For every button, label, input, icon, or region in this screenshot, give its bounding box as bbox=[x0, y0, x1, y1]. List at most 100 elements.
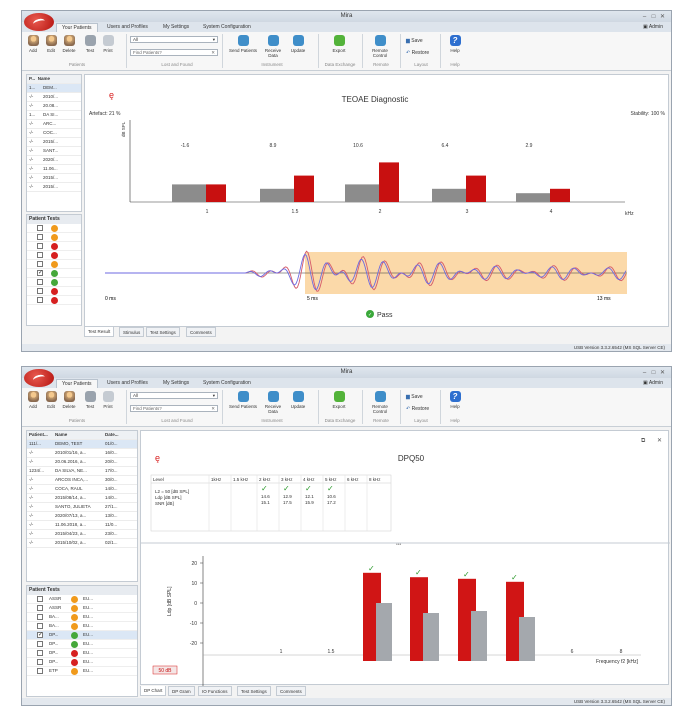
test-row[interactable]: BA... EU... bbox=[27, 613, 137, 622]
test-checkbox[interactable] bbox=[37, 288, 43, 294]
minimize-icon[interactable]: – bbox=[640, 370, 649, 376]
app-logo[interactable] bbox=[24, 369, 54, 387]
tab-your-patients[interactable]: Your Patients bbox=[56, 23, 98, 32]
tab-my-settings[interactable]: My Settings bbox=[158, 379, 194, 388]
help-button[interactable]: ? Help bbox=[446, 391, 464, 409]
test-row[interactable] bbox=[27, 224, 81, 233]
test-checkbox[interactable]: ✓ bbox=[37, 270, 43, 276]
patient-row[interactable]: -/- 2010/... bbox=[27, 93, 81, 102]
tab-test-settings[interactable]: Test Settings bbox=[237, 686, 271, 696]
patient-row[interactable]: -/- 11.06.2018, a... 11/0... bbox=[27, 521, 137, 530]
tab-comments[interactable]: Comments bbox=[276, 686, 306, 696]
save-button[interactable]: ▆ Save bbox=[406, 38, 423, 44]
tab-users-and-profiles[interactable]: Users and Profiles bbox=[102, 379, 153, 388]
maximize-icon[interactable]: □ bbox=[649, 370, 658, 376]
test-row[interactable]: DP... EU... bbox=[27, 640, 137, 649]
test-checkbox[interactable] bbox=[37, 659, 43, 665]
test-row[interactable] bbox=[27, 233, 81, 242]
save-button[interactable]: ▆ Save bbox=[406, 394, 423, 400]
patient-row[interactable]: -/- 2010/01/16, a... 16/0... bbox=[27, 449, 137, 458]
test-checkbox[interactable] bbox=[37, 614, 43, 620]
test-row[interactable]: DP... EU... bbox=[27, 649, 137, 658]
test-checkbox[interactable] bbox=[37, 243, 43, 249]
find-patients-input[interactable]: Find Patients? ✕ bbox=[130, 49, 218, 56]
patient-row[interactable]: -/- SANTO, JULIETA 27/1... bbox=[27, 503, 137, 512]
test-row[interactable] bbox=[27, 242, 81, 251]
test-checkbox[interactable] bbox=[37, 641, 43, 647]
patient-row[interactable]: -/- COC... bbox=[27, 129, 81, 138]
test-row[interactable] bbox=[27, 278, 81, 287]
export-button[interactable]: Export bbox=[328, 35, 350, 53]
tab-dp-gram[interactable]: DP Gram bbox=[168, 686, 195, 696]
export-button[interactable]: Export bbox=[328, 391, 350, 409]
update-button[interactable]: Update bbox=[288, 35, 308, 53]
patient-row[interactable]: -/- COCA, RAUL 14/0... bbox=[27, 485, 137, 494]
test-row[interactable]: ASSR EU... bbox=[27, 595, 137, 604]
test-checkbox[interactable] bbox=[37, 668, 43, 674]
tab-your-patients[interactable]: Your Patients bbox=[56, 379, 98, 388]
tab-test-result[interactable]: Test Result bbox=[84, 327, 115, 337]
print-button[interactable]: Print bbox=[100, 391, 116, 409]
tab-io-functions[interactable]: IO Functions bbox=[198, 686, 232, 696]
tab-dp-chart[interactable]: DP Chart bbox=[140, 686, 167, 696]
tab-stimulus[interactable]: Stimulus bbox=[119, 327, 145, 337]
test-row[interactable] bbox=[27, 260, 81, 269]
test-checkbox[interactable]: ✓ bbox=[37, 632, 43, 638]
remote-control-button[interactable]: Remote Control bbox=[368, 391, 392, 414]
test-row[interactable] bbox=[27, 287, 81, 296]
test-checkbox[interactable] bbox=[37, 279, 43, 285]
test-checkbox[interactable] bbox=[37, 297, 43, 303]
app-logo[interactable] bbox=[24, 13, 54, 31]
patient-row[interactable]: -/- 2015/... bbox=[27, 183, 81, 192]
test-row[interactable]: ASSR EU... bbox=[27, 604, 137, 613]
test-row[interactable] bbox=[27, 296, 81, 305]
test-checkbox[interactable] bbox=[37, 623, 43, 629]
tab-system-configuration[interactable]: System Configuration bbox=[198, 379, 256, 388]
test-checkbox[interactable] bbox=[37, 234, 43, 240]
filter-select[interactable]: All ▾ bbox=[130, 392, 218, 399]
user-menu[interactable]: ▣ Admin bbox=[643, 380, 663, 386]
patient-row[interactable]: -/- 2020/07/13, a... 13/0... bbox=[27, 512, 137, 521]
send-patients-button[interactable]: Send Patients bbox=[228, 35, 258, 53]
close-icon[interactable]: ✕ bbox=[658, 13, 667, 20]
user-menu[interactable]: ▣ Admin bbox=[643, 24, 663, 30]
delete-button[interactable]: Delete bbox=[61, 35, 77, 53]
add-button[interactable]: Add bbox=[25, 391, 41, 409]
filter-select[interactable]: All ▾ bbox=[130, 36, 218, 43]
tab-users-and-profiles[interactable]: Users and Profiles bbox=[102, 23, 153, 32]
patient-row[interactable]: -/- SANT... bbox=[27, 147, 81, 156]
edit-button[interactable]: Edit bbox=[43, 391, 59, 409]
patient-row[interactable]: -/- 20.06.2016, a... 20/0... bbox=[27, 458, 137, 467]
restore-button[interactable]: ↶ Restore bbox=[406, 50, 429, 56]
test-row[interactable] bbox=[27, 251, 81, 260]
patient-row[interactable]: -/- 2015/08/14, a... 14/0... bbox=[27, 494, 137, 503]
find-patients-input[interactable]: Find Patients? ✕ bbox=[130, 405, 218, 412]
maximize-icon[interactable]: □ bbox=[649, 14, 658, 20]
add-button[interactable]: Add bbox=[25, 35, 41, 53]
receive-data-button[interactable]: Receive Data bbox=[262, 391, 284, 414]
patient-row[interactable]: -/- 2020/... bbox=[27, 156, 81, 165]
edit-button[interactable]: Edit bbox=[43, 35, 59, 53]
tab-comments[interactable]: Comments bbox=[186, 327, 216, 337]
delete-button[interactable]: Delete bbox=[61, 391, 77, 409]
patient-row[interactable]: -/- 2015/... bbox=[27, 138, 81, 147]
close-icon[interactable]: ✕ bbox=[658, 369, 667, 376]
help-button[interactable]: ? Help bbox=[446, 35, 464, 53]
tab-system-configuration[interactable]: System Configuration bbox=[198, 23, 256, 32]
patient-row[interactable]: -/- 20.08... bbox=[27, 102, 81, 111]
update-button[interactable]: Update bbox=[288, 391, 308, 409]
patient-row[interactable]: -/- 11.06... bbox=[27, 165, 81, 174]
test-row[interactable]: ✓ bbox=[27, 269, 81, 278]
test-row[interactable]: ✓ DP... EU... bbox=[27, 631, 137, 640]
tab-my-settings[interactable]: My Settings bbox=[158, 23, 194, 32]
tab-test-settings[interactable]: Test Settings bbox=[146, 327, 180, 337]
test-checkbox[interactable] bbox=[37, 261, 43, 267]
test-row[interactable]: DP... EU... bbox=[27, 658, 137, 667]
test-button[interactable]: Test bbox=[82, 391, 98, 409]
patient-row[interactable]: 111/... DEMO, TEST 01/0... bbox=[27, 440, 137, 449]
patient-row[interactable]: -/- 2015/04/23, a... 23/0... bbox=[27, 530, 137, 539]
test-row[interactable]: BA... EU... bbox=[27, 622, 137, 631]
send-patients-button[interactable]: Send Patients bbox=[228, 391, 258, 409]
patient-row[interactable]: 1... DA SI... bbox=[27, 111, 81, 120]
test-row[interactable]: ETP EU... bbox=[27, 667, 137, 676]
